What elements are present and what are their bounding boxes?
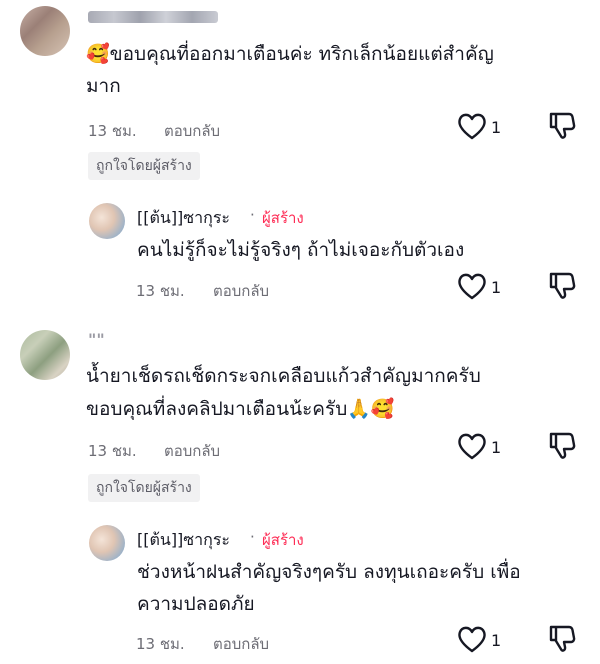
reply-button[interactable]: ตอบกลับ: [213, 632, 269, 656]
reply-username[interactable]: [[ต้น]]ซากุระ: [137, 206, 230, 231]
comment-text-line-1: น้ำยาเช็ดรถเช็ดกระจกเคลือบแก้วสำคัญมากคร…: [86, 365, 481, 387]
liked-by-creator-badge: ถูกใจโดยผู้สร้าง: [88, 474, 200, 502]
liked-by-creator-badge: ถูกใจโดยผู้สร้าง: [88, 152, 200, 180]
creator-label: ผู้สร้าง: [262, 531, 304, 549]
comment-text-line-1: 🥰ขอบคุณที่ออกมาเตือนค่ะ ทริกเล็กน้อยแต่ส…: [86, 43, 494, 65]
reply-button[interactable]: ตอบกลับ: [213, 279, 269, 303]
heart-outline-icon[interactable]: [457, 625, 487, 657]
heart-outline-icon[interactable]: [457, 112, 487, 144]
reply-text-line-1: ช่วงหน้าฝนสำคัญจริงๆครับ ลงทุนเถอะครับ เ…: [137, 561, 521, 583]
commenter-avatar[interactable]: [20, 330, 70, 380]
like-count: 1: [491, 631, 502, 650]
thumbs-down-outline-icon[interactable]: [548, 110, 576, 144]
commenter-username[interactable]: "": [88, 330, 105, 349]
like-count: 1: [491, 118, 502, 137]
reply-text: คนไม่รู้ก็จะไม่รู้จริงๆ ถ้าไม่เจอะกับตัว…: [137, 239, 465, 261]
reply-username[interactable]: [[ต้น]]ซากุระ: [137, 528, 230, 553]
like-count: 1: [491, 278, 502, 297]
reply-button[interactable]: ตอบกลับ: [164, 119, 220, 143]
reply-timestamp: 13 ชม.: [136, 635, 185, 653]
separator-dot: ·: [250, 528, 255, 546]
heart-outline-icon[interactable]: [457, 432, 487, 464]
creator-avatar[interactable]: [89, 203, 125, 239]
reply-button[interactable]: ตอบกลับ: [164, 439, 220, 463]
creator-avatar[interactable]: [89, 525, 125, 561]
commenter-username-blurred[interactable]: [88, 11, 218, 23]
heart-outline-icon[interactable]: [457, 272, 487, 304]
thumbs-down-outline-icon[interactable]: [548, 270, 576, 304]
reply-text-line-2: ความปลอดภัย: [137, 593, 255, 615]
comment-text-line-2: ขอบคุณที่ลงคลิปมาเตือนน้ะครับ🙏🥰: [86, 398, 395, 420]
thumbs-down-outline-icon[interactable]: [548, 623, 576, 657]
thumbs-down-outline-icon[interactable]: [548, 430, 576, 464]
comment-timestamp: 13 ชม.: [88, 122, 137, 140]
comment-timestamp: 13 ชม.: [88, 442, 137, 460]
reply-timestamp: 13 ชม.: [136, 282, 185, 300]
separator-dot: ·: [250, 206, 255, 224]
creator-label: ผู้สร้าง: [262, 209, 304, 227]
comment-text-line-2: มาก: [86, 75, 121, 97]
commenter-avatar[interactable]: [20, 6, 70, 56]
like-count: 1: [491, 438, 502, 457]
